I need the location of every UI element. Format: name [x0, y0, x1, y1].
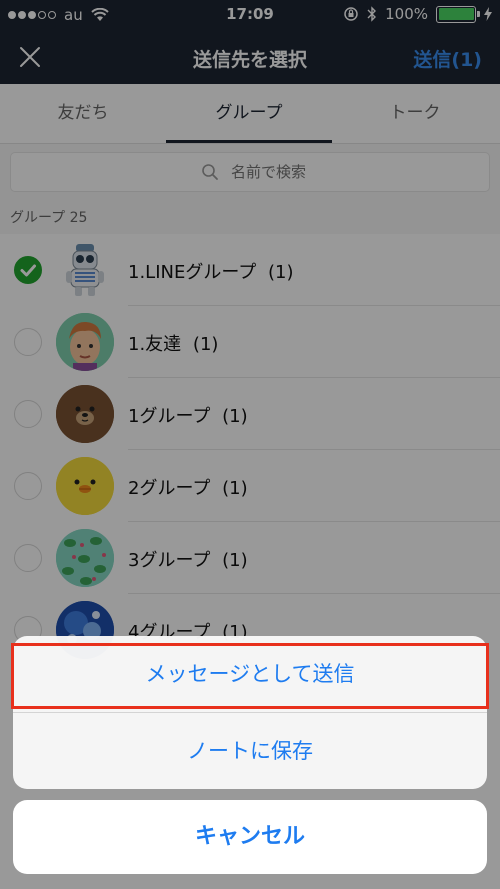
save-to-note-button[interactable]: ノートに保存	[13, 713, 487, 789]
highlight-box	[11, 643, 489, 709]
cancel-button[interactable]: キャンセル	[13, 800, 487, 874]
